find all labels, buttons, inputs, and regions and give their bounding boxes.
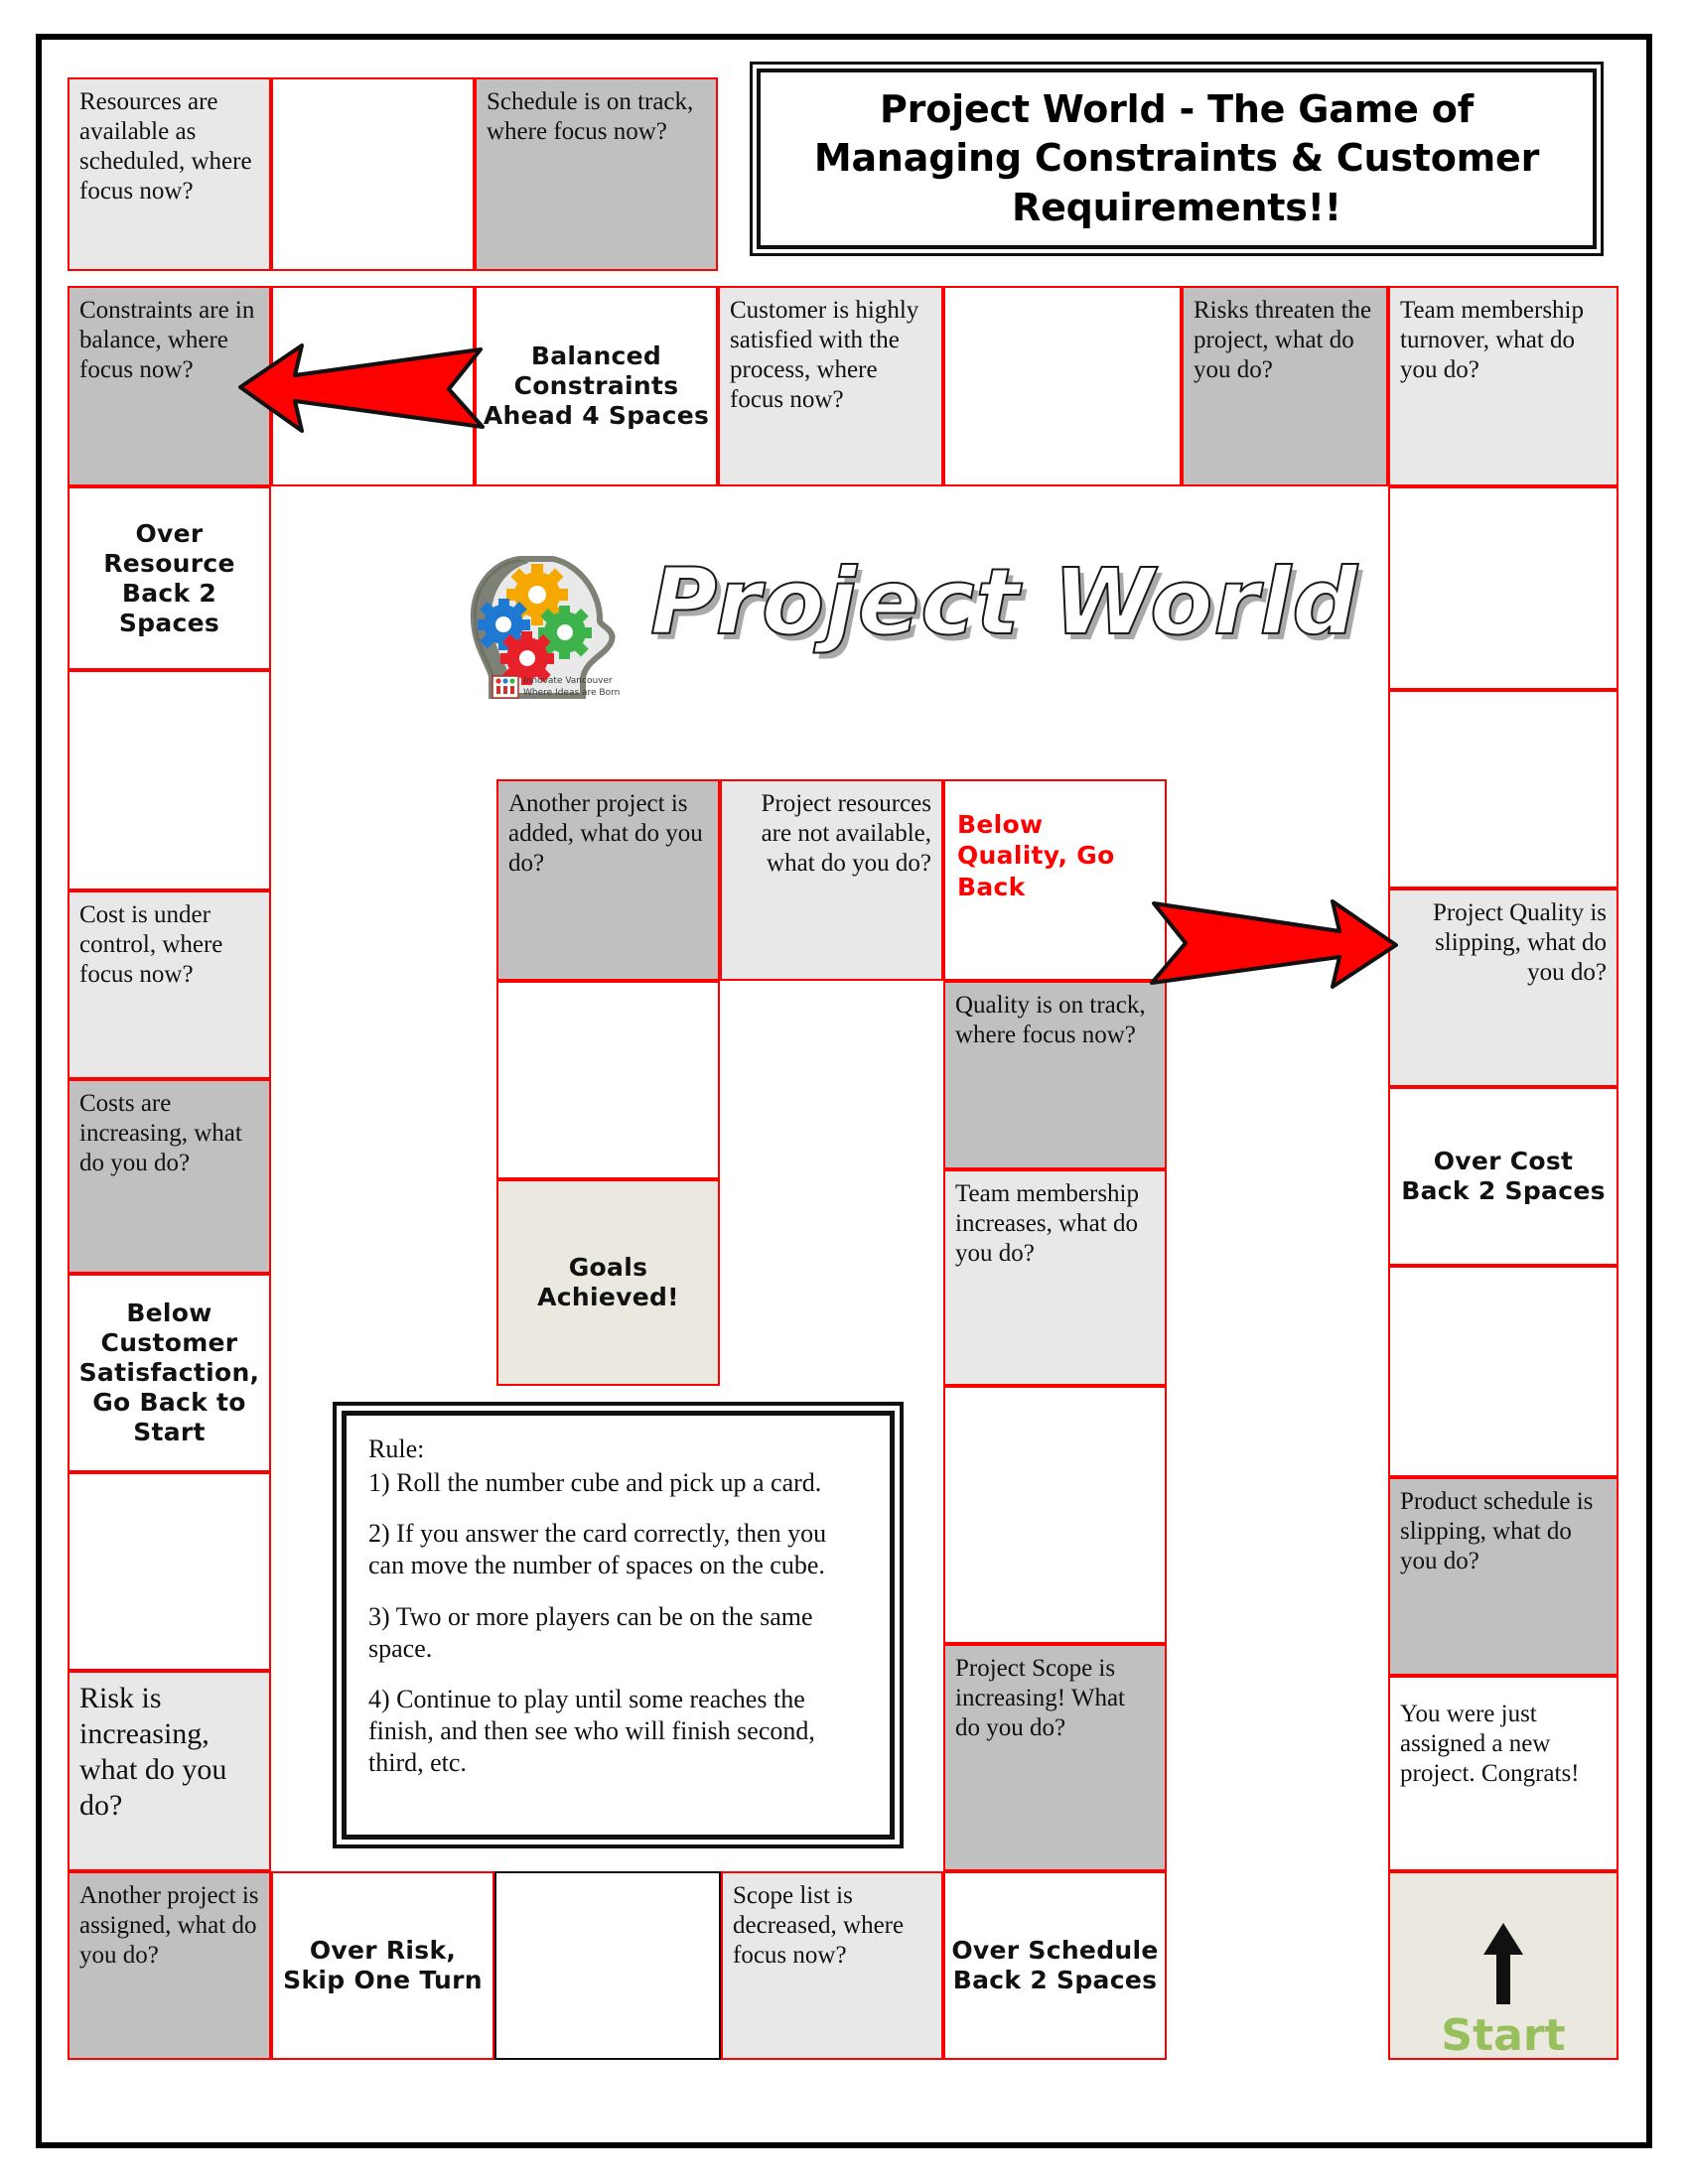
rule-item-4: 4) Continue to play until some reaches t… — [368, 1685, 815, 1777]
space-risk-increasing[interactable]: Risk is increasing, what do you do? — [68, 1671, 271, 1871]
space-over-risk-skip-turn[interactable]: Over Risk, Skip One Turn — [271, 1871, 494, 2060]
space-text: Another project is assigned, what do you… — [79, 1882, 259, 1969]
space-text: Team membership increases, what do you d… — [955, 1180, 1139, 1267]
space-over-resource-back-2[interactable]: Over Resource Back 2 Spaces — [68, 486, 271, 670]
wordmark-text: Project World — [649, 548, 1359, 656]
space-quality-on-track[interactable]: Quality is on track, where focus now? — [943, 981, 1167, 1169]
space-text: Schedule is on track, where focus now? — [487, 88, 694, 145]
space-over-cost-back-2[interactable]: Over Cost Back 2 Spaces — [1388, 1087, 1618, 1266]
space-blank-left-5[interactable] — [68, 1472, 271, 1671]
space-text — [273, 79, 473, 87]
space-team-membership-increases[interactable]: Team membership increases, what do you d… — [943, 1169, 1167, 1386]
space-text — [945, 288, 1180, 296]
rules-heading: Rule: — [368, 1434, 425, 1463]
rule-item-1: 1) Roll the number cube and pick up a ca… — [368, 1467, 822, 1497]
space-text: Over Schedule Back 2 Spaces — [951, 1936, 1159, 1994]
badge-line-1: Innovate Vancouver — [523, 676, 613, 686]
space-text: Resources are available as scheduled, wh… — [79, 88, 252, 205]
rules-box-inner-border: Rule: 1) Roll the number cube and pick u… — [342, 1411, 895, 1840]
title-box-inner-border: Project World - The Game of Managing Con… — [757, 68, 1597, 249]
title-box: Project World - The Game of Managing Con… — [750, 62, 1604, 256]
rules-box: Rule: 1) Roll the number cube and pick u… — [333, 1402, 904, 1848]
space-start[interactable]: Start — [1388, 1871, 1618, 2060]
space-project-scope-increasing[interactable]: Project Scope is increasing! What do you… — [943, 1644, 1167, 1871]
space-scope-list-decreased[interactable]: Scope list is decreased, where focus now… — [721, 1871, 943, 2060]
space-blank-inner-6[interactable] — [496, 981, 720, 1179]
space-goals-achieved[interactable]: Goals Achieved! — [496, 1179, 720, 1386]
below-quality-right-arrow-icon — [1150, 899, 1398, 989]
space-team-turnover[interactable]: Team membership turnover, what do you do… — [1388, 286, 1618, 486]
space-text — [1390, 1268, 1617, 1276]
badge-line-2: Where Ideas are Born — [523, 688, 620, 698]
space-text: Customer is highly satisfied with the pr… — [730, 297, 919, 413]
space-text: Project Quality is slipping, what do you… — [1433, 899, 1607, 986]
space-blank-right-10[interactable] — [1388, 1266, 1618, 1477]
space-cost-under-control[interactable]: Cost is under control, where focus now? — [68, 890, 271, 1079]
space-below-customer-satisfaction[interactable]: Below Customer Satisfaction, Go Back to … — [68, 1274, 271, 1472]
space-project-resources-unavailable[interactable]: Project resources are not available, wha… — [720, 779, 943, 981]
space-text — [1390, 488, 1617, 496]
space-text: Product schedule is slipping, what do yo… — [1400, 1488, 1594, 1574]
space-costs-increasing[interactable]: Costs are increasing, what do you do? — [68, 1079, 271, 1274]
space-text: Scope list is decreased, where focus now… — [733, 1882, 905, 1969]
space-text: Risks threaten the project, what do you … — [1194, 297, 1372, 383]
innovate-vancouver-badge-icon — [492, 675, 519, 699]
space-over-schedule-back-2[interactable]: Over Schedule Back 2 Spaces — [943, 1871, 1167, 2060]
space-risks-threaten[interactable]: Risks threaten the project, what do you … — [1182, 286, 1388, 486]
space-text: Cost is under control, where focus now? — [79, 901, 223, 988]
space-text — [945, 1388, 1165, 1396]
space-text: Goals Achieved! — [537, 1253, 679, 1311]
space-text: Project resources are not available, wha… — [761, 790, 931, 877]
project-world-wordmark: Project World — [649, 548, 1358, 708]
space-blank-right-8[interactable] — [1388, 486, 1618, 690]
rule-item-2: 2) If you answer the card correctly, the… — [368, 1519, 827, 1580]
project-world-logo: Innovate Vancouver Where Ideas are Born … — [462, 541, 1358, 725]
space-text — [273, 288, 473, 296]
space-another-project-assigned[interactable]: Another project is assigned, what do you… — [68, 1871, 271, 2060]
space-another-project-added[interactable]: Another project is added, what do you do… — [496, 779, 720, 981]
space-schedule-on-track[interactable]: Schedule is on track, where focus now? — [475, 77, 718, 271]
space-text: Start — [1441, 2010, 1566, 2060]
space-text: Over Cost Back 2 Spaces — [1401, 1147, 1606, 1205]
space-text: Risk is increasing, what do you do? — [79, 1682, 227, 1822]
balanced-constraints-left-arrow-icon — [238, 343, 485, 433]
brain-gears-head-icon: Innovate Vancouver Where Ideas are Born — [470, 556, 620, 699]
space-blank-bottom-11[interactable] — [494, 1871, 721, 2060]
space-text: Below Customer Satisfaction, Go Back to … — [78, 1298, 260, 1446]
space-text — [498, 983, 718, 991]
space-text: Over Resource Back 2 Spaces — [103, 518, 235, 637]
space-text: Another project is added, what do you do… — [508, 790, 703, 877]
space-balanced-constraints-ahead[interactable]: Balanced Constraints Ahead 4 Spaces — [475, 286, 718, 486]
space-blank-inner-7[interactable] — [943, 1386, 1167, 1644]
space-text — [496, 1873, 719, 1881]
space-text: You were just assigned a new project. Co… — [1400, 1701, 1580, 1787]
space-blank-top-3[interactable] — [943, 286, 1182, 486]
space-text — [70, 1474, 269, 1482]
space-new-project-congrats[interactable]: You were just assigned a new project. Co… — [1388, 1676, 1618, 1871]
space-text: Project Scope is increasing! What do you… — [955, 1655, 1125, 1741]
game-title: Project World - The Game of Managing Con… — [813, 86, 1540, 229]
rule-item-3: 3) Two or more players can be on the sam… — [368, 1601, 813, 1663]
space-project-quality-slipping[interactable]: Project Quality is slipping, what do you… — [1388, 888, 1618, 1087]
space-resources-available[interactable]: Resources are available as scheduled, wh… — [68, 77, 271, 271]
space-text: Team membership turnover, what do you do… — [1400, 297, 1584, 383]
space-text: Over Risk, Skip One Turn — [283, 1936, 483, 1994]
space-blank-left-4[interactable] — [68, 670, 271, 890]
space-text: Balanced Constraints Ahead 4 Spaces — [483, 341, 710, 430]
space-blank-right-9[interactable] — [1388, 690, 1618, 888]
space-customer-highly-satisfied[interactable]: Customer is highly satisfied with the pr… — [718, 286, 943, 486]
project-world-game-board: Project World - The Game of Managing Con… — [0, 0, 1688, 2184]
space-text: Costs are increasing, what do you do? — [79, 1090, 242, 1176]
start-up-arrow-icon — [1483, 1923, 1523, 2004]
space-product-schedule-slipping[interactable]: Product schedule is slipping, what do yo… — [1388, 1477, 1618, 1676]
space-text — [1390, 692, 1617, 700]
space-blank-top-1[interactable] — [271, 77, 475, 271]
space-text — [70, 672, 269, 680]
